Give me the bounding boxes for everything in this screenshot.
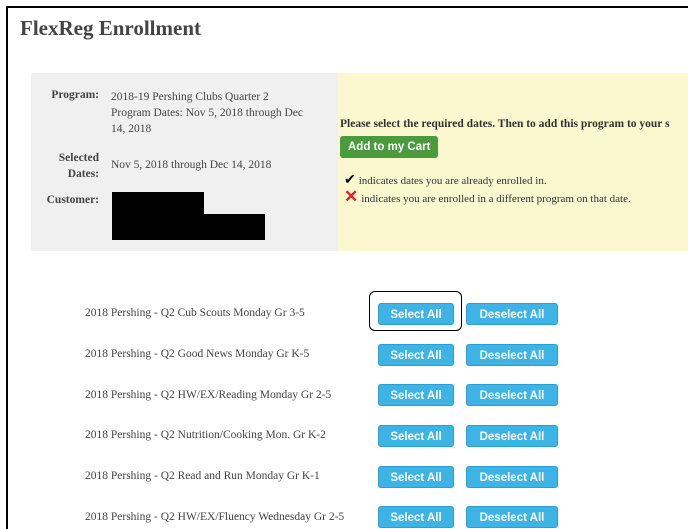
redacted-customer-2	[112, 214, 265, 240]
select-all-button[interactable]: Select All	[378, 303, 454, 325]
deselect-all-button[interactable]: Deselect All	[466, 384, 558, 406]
legend-enrolled-text: indicates dates you are already enrolled…	[358, 175, 547, 187]
add-to-cart-button[interactable]: Add to my Cart	[340, 136, 439, 158]
deselect-all-button[interactable]: Deselect All	[466, 425, 558, 447]
select-all-button[interactable]: Select All	[378, 506, 454, 528]
selected-dates-label: Selected Dates:	[29, 150, 99, 182]
deselect-all-button[interactable]: Deselect All	[466, 344, 558, 366]
program-value: 2018-19 Pershing Clubs Quarter 2 Program…	[111, 89, 303, 137]
program-dates-end: 14, 2018	[111, 123, 152, 135]
deselect-all-button[interactable]: Deselect All	[466, 303, 558, 325]
instructions-box: Please select the required dates. Then t…	[338, 73, 688, 251]
select-all-button[interactable]: Select All	[378, 466, 454, 488]
checkmark-icon: ✔	[344, 173, 356, 188]
program-name: 2018-19 Pershing Clubs Quarter 2	[111, 91, 269, 103]
enrollment-panel: FlexReg Enrollment Program: 2018-19 Pers…	[6, 6, 688, 529]
instructions-text: Please select the required dates. Then t…	[340, 118, 670, 130]
program-row-name: 2018 Pershing - Q2 Read and Run Monday G…	[85, 470, 320, 482]
program-info-box: Program: 2018-19 Pershing Clubs Quarter …	[31, 73, 338, 251]
program-dates-line: Program Dates: Nov 5, 2018 through Dec	[111, 107, 303, 119]
deselect-all-button[interactable]: Deselect All	[466, 506, 558, 528]
program-row-name: 2018 Pershing - Q2 HW/EX/Reading Monday …	[85, 389, 332, 401]
page-title: FlexReg Enrollment	[20, 16, 202, 40]
program-row-name: 2018 Pershing - Q2 Cub Scouts Monday Gr …	[85, 307, 305, 319]
red-x-icon: ✕	[344, 187, 359, 206]
legend-conflict: ✕ indicates you are enrolled in a differe…	[344, 187, 631, 207]
deselect-all-button[interactable]: Deselect All	[466, 466, 558, 488]
legend-conflict-text: indicates you are enrolled in a differen…	[361, 193, 631, 205]
selected-dates-value: Nov 5, 2018 through Dec 14, 2018	[111, 159, 272, 171]
selected-label-line2: Dates:	[67, 168, 99, 180]
selected-label-line1: Selected	[58, 152, 99, 164]
redacted-customer	[112, 192, 204, 214]
select-all-button[interactable]: Select All	[378, 344, 454, 366]
program-row-name: 2018 Pershing - Q2 Nutrition/Cooking Mon…	[85, 429, 326, 441]
customer-label: Customer:	[46, 194, 99, 206]
select-all-button[interactable]: Select All	[378, 384, 454, 406]
program-label: Program:	[51, 89, 99, 101]
program-row-name: 2018 Pershing - Q2 Good News Monday Gr K…	[85, 348, 310, 360]
program-row-name: 2018 Pershing - Q2 HW/EX/Fluency Wednesd…	[85, 511, 345, 523]
select-all-button[interactable]: Select All	[378, 425, 454, 447]
